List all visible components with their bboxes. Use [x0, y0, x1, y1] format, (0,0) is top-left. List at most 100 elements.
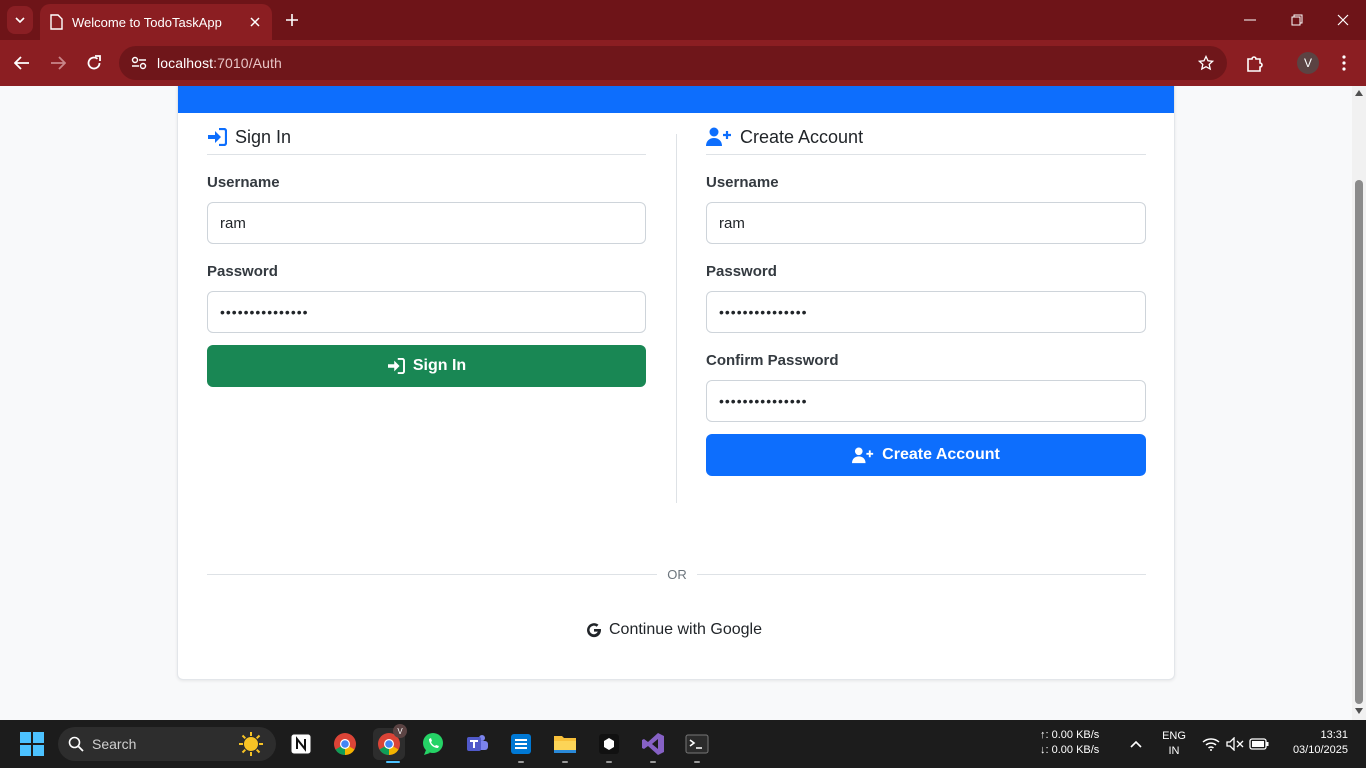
or-divider-text: OR — [657, 567, 697, 582]
google-icon — [587, 623, 602, 638]
sign-in-icon — [387, 358, 405, 374]
scroll-up-arrow-icon[interactable] — [1355, 90, 1363, 96]
restore-icon — [1291, 14, 1303, 26]
page-favicon-icon — [50, 14, 64, 30]
running-app-indicator — [606, 761, 612, 763]
tab-search-button[interactable] — [7, 6, 33, 34]
page-scrollbar[interactable] — [1352, 86, 1366, 720]
network-upload-speed: ↑: 0.00 KB/s — [1040, 729, 1100, 741]
url-host: localhost — [157, 55, 214, 71]
system-clock[interactable]: 13:31 03/10/2025 — [1282, 728, 1348, 758]
notion-app-icon[interactable] — [285, 728, 317, 760]
azure-data-studio-app-icon[interactable] — [505, 728, 537, 760]
reload-button[interactable] — [82, 51, 106, 75]
windows-taskbar: Search V ↑: 0.00 KB/s ↓: 0.00 KB/s ENG I… — [0, 720, 1366, 768]
arrow-right-icon — [51, 56, 66, 70]
address-bar[interactable]: localhost:7010/Auth — [119, 46, 1227, 80]
running-app-indicator — [650, 761, 656, 763]
running-app-indicator — [562, 761, 568, 763]
user-plus-icon — [852, 446, 874, 463]
page-viewport: Sign In Username ram Password ••••••••••… — [0, 86, 1352, 720]
taskbar-search-text: Search — [92, 736, 137, 752]
restore-window-button[interactable] — [1285, 8, 1309, 32]
close-tab-icon[interactable] — [244, 11, 266, 33]
windows-logo-icon — [20, 732, 44, 756]
chrome-profile-app-icon[interactable]: V — [373, 724, 407, 760]
browser-toolbar: localhost:7010/Auth — [0, 40, 1366, 86]
signin-button[interactable]: Sign In — [207, 345, 646, 387]
scroll-down-arrow-icon[interactable] — [1355, 708, 1363, 714]
create-account-button[interactable]: Create Account — [706, 434, 1146, 476]
auth-card: Sign In Username ram Password ••••••••••… — [177, 86, 1175, 680]
network-speed: ↑: 0.00 KB/s ↓: 0.00 KB/s — [1040, 728, 1099, 758]
new-tab-button[interactable] — [281, 8, 303, 32]
signin-password-label: Password — [207, 263, 278, 280]
weather-sun-icon — [236, 731, 266, 757]
tab-title: Welcome to TodoTaskApp — [72, 14, 222, 30]
site-settings-icon[interactable] — [127, 51, 151, 75]
url-text: localhost:7010/Auth — [157, 55, 282, 71]
sign-in-icon — [208, 128, 227, 146]
clock-date: 03/10/2025 — [1292, 744, 1348, 756]
create-title-rule — [706, 154, 1146, 155]
create-password-input[interactable]: ••••••••••••••• — [706, 291, 1146, 333]
signin-username-input[interactable]: ram — [207, 202, 646, 244]
scrollbar-thumb[interactable] — [1355, 180, 1363, 704]
browser-menu-button[interactable] — [1332, 51, 1356, 75]
package-app-icon[interactable] — [593, 728, 625, 760]
confirm-password-input[interactable]: ••••••••••••••• — [706, 380, 1146, 422]
running-app-indicator — [694, 761, 700, 763]
chrome-profile-badge: V — [393, 724, 407, 738]
bookmark-star-icon[interactable] — [1195, 52, 1217, 74]
clock-time: 13:31 — [1320, 729, 1348, 741]
wifi-icon[interactable] — [1200, 728, 1222, 760]
minimize-window-button[interactable] — [1238, 8, 1262, 32]
chrome-app-icon[interactable] — [329, 728, 361, 760]
signin-section: Sign In Username ram Password ••••••••••… — [207, 124, 646, 387]
file-explorer-app-icon[interactable] — [549, 728, 581, 760]
close-window-button[interactable] — [1331, 8, 1355, 32]
chevron-up-icon — [1130, 740, 1142, 748]
more-vert-icon — [1342, 55, 1346, 71]
browser-tab-active[interactable]: Welcome to TodoTaskApp — [40, 4, 272, 40]
close-icon — [1337, 14, 1349, 26]
card-header-banner — [178, 86, 1174, 113]
whatsapp-app-icon[interactable] — [417, 728, 449, 760]
search-icon — [68, 736, 84, 752]
forward-button[interactable] — [46, 51, 70, 75]
signin-password-input[interactable]: ••••••••••••••• — [207, 291, 646, 333]
input-language-indicator[interactable]: ENG IN — [1162, 729, 1186, 759]
signin-heading: Sign In — [207, 124, 646, 150]
volume-muted-icon[interactable] — [1224, 728, 1246, 760]
reload-icon — [87, 55, 101, 70]
back-button[interactable] — [10, 51, 34, 75]
visual-studio-app-icon[interactable] — [637, 728, 669, 760]
signin-title-rule — [207, 154, 646, 155]
signin-button-label: Sign In — [412, 357, 467, 374]
extensions-button[interactable] — [1243, 51, 1267, 75]
plus-icon — [286, 14, 298, 26]
column-divider — [676, 134, 677, 503]
terminal-app-icon[interactable] — [681, 728, 713, 760]
network-download-speed: ↓: 0.00 KB/s — [1040, 744, 1100, 756]
teams-app-icon[interactable] — [461, 728, 493, 760]
create-username-input[interactable]: ram — [706, 202, 1146, 244]
google-signin-link[interactable]: Continue with Google — [586, 621, 762, 639]
language-region: IN — [1168, 745, 1180, 757]
google-signin-label: Continue with Google — [609, 621, 762, 638]
create-password-label: Password — [706, 263, 777, 280]
create-account-section: Create Account Username ram Password •••… — [706, 124, 1146, 476]
puzzle-icon — [1247, 56, 1263, 72]
language-code: ENG — [1162, 730, 1186, 742]
profile-avatar[interactable]: V — [1297, 52, 1319, 74]
chevron-down-icon — [15, 17, 25, 23]
create-account-heading: Create Account — [706, 124, 1146, 150]
battery-icon[interactable] — [1248, 728, 1270, 760]
signin-username-label: Username — [207, 174, 280, 191]
browser-tab-strip: Welcome to TodoTaskApp — [0, 0, 1366, 40]
show-hidden-icons-button[interactable] — [1124, 728, 1148, 760]
create-account-button-label: Create Account — [882, 446, 1000, 463]
taskbar-search[interactable]: Search — [58, 727, 276, 761]
start-button[interactable] — [16, 728, 48, 760]
create-username-label: Username — [706, 174, 779, 191]
